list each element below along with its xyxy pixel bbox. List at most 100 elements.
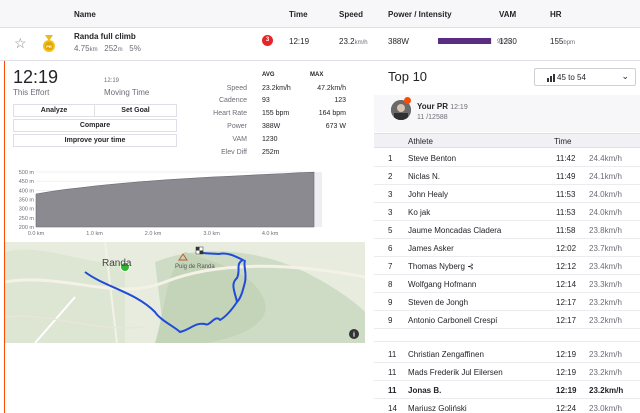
bar-chart-icon bbox=[547, 74, 556, 84]
analyze-button[interactable]: Analyze bbox=[13, 104, 95, 117]
speed-cell: 23.4km/h bbox=[589, 262, 622, 271]
time-cell: 12:17 bbox=[556, 298, 577, 307]
leaderboard-row[interactable]: 9 Antonio Carbonell Crespí 12:17 23.2km/h bbox=[374, 311, 640, 329]
leaderboard-filter-select[interactable]: 45 to 54 ⌄ bbox=[534, 68, 636, 86]
header-hr[interactable]: HR bbox=[550, 10, 562, 19]
leaderboard-row[interactable]: 1 Steve Benton 11:42 24.4km/h bbox=[374, 149, 640, 167]
leaderboard-row[interactable]: 3 John Healy 11:53 24.0km/h bbox=[374, 185, 640, 203]
chevron-down-icon: ⌄ bbox=[621, 71, 629, 81]
stat-label: Cadence bbox=[218, 97, 247, 104]
y-tick-label: 400 m bbox=[19, 188, 35, 194]
athlete-link[interactable]: James Asker bbox=[408, 244, 454, 253]
header-name[interactable]: Name bbox=[74, 10, 96, 19]
speed-cell: 23.2km/h bbox=[589, 368, 622, 377]
athlete-link[interactable]: Niclas N. bbox=[408, 172, 440, 181]
rank-cell: 2 bbox=[388, 172, 393, 181]
y-tick-label: 450 m bbox=[19, 179, 35, 185]
chart-end-region bbox=[314, 172, 322, 227]
leaderboard-row[interactable]: 7 Thomas Nyberg ⊰ 12:12 23.4km/h bbox=[374, 257, 640, 275]
speed-cell: 23.8km/h bbox=[589, 226, 622, 235]
leaderboard-row[interactable]: 2 Niclas N. 11:49 24.1km/h bbox=[374, 167, 640, 185]
this-effort-label: This Effort bbox=[13, 88, 50, 97]
stat-avg: 155 bpm bbox=[262, 110, 290, 117]
set-goal-button[interactable]: Set Goal bbox=[94, 104, 177, 117]
speed-cell: 23.2km/h bbox=[589, 386, 624, 395]
segment-speed-unit: km/h bbox=[354, 40, 368, 46]
leaderboard-row[interactable]: 3 Ko jak 11:53 24.0km/h bbox=[374, 203, 640, 221]
leaderboard-row[interactable]: 9 Steven de Jongh 12:17 23.2km/h bbox=[374, 293, 640, 311]
y-tick-label: 250 m bbox=[19, 216, 35, 222]
effort-time: 12:19 bbox=[13, 67, 59, 87]
star-icon[interactable]: ☆ bbox=[14, 35, 27, 52]
stat-avg: 252m bbox=[262, 149, 280, 156]
leaderboard-row[interactable]: 11 Mads Frederik Jul Eilersen 12:19 23.2km/… bbox=[374, 363, 640, 381]
segment-speed: 23.2km/h bbox=[339, 37, 368, 46]
header-vam[interactable]: VAM bbox=[499, 10, 516, 19]
segment-power: 388W bbox=[388, 37, 409, 46]
athlete-link[interactable]: John Healy bbox=[408, 190, 448, 199]
athlete-link[interactable]: Wolfgang Hofmann bbox=[408, 280, 476, 289]
improve-button[interactable]: Improve your time bbox=[13, 134, 177, 147]
speed-cell: 23.7km/h bbox=[589, 244, 622, 253]
header-power[interactable]: Power / Intensity bbox=[388, 10, 452, 19]
speed-cell: 23.2km/h bbox=[589, 316, 622, 325]
col-athlete: Athlete bbox=[408, 137, 433, 146]
your-pr-card: Your PR 12:19 11 /12588 bbox=[374, 95, 640, 132]
athlete-link[interactable]: Jaume Moncadas Cladera bbox=[408, 226, 501, 235]
rank-cell: 8 bbox=[388, 280, 393, 289]
segment-meta: 4.75km 252m 5% bbox=[74, 44, 141, 53]
athlete-link[interactable]: Steve Benton bbox=[408, 154, 456, 163]
map-town-label: Randa bbox=[102, 258, 132, 269]
table-header: Name Time Speed Power / Intensity VAM HR bbox=[0, 0, 640, 28]
athlete-link[interactable]: Thomas Nyberg ⊰ bbox=[408, 262, 474, 271]
time-cell: 12:17 bbox=[556, 316, 577, 325]
elevation-chart: 500 m450 m400 m350 m300 m250 m200 m 0.0 … bbox=[19, 170, 322, 237]
athlete-link[interactable]: Steven de Jongh bbox=[408, 298, 468, 307]
segment-map[interactable]: Randa Puig de Randa i bbox=[5, 242, 365, 343]
leaderboard-row[interactable]: 14 Mariusz Goliński 12:24 23.0km/h bbox=[374, 399, 640, 413]
rank-cell: 7 bbox=[388, 262, 393, 271]
y-tick-label: 350 m bbox=[19, 198, 35, 204]
segment-row[interactable]: ☆ PR Randa full climb 4.75km 252m 5% 3 1… bbox=[0, 28, 640, 61]
col-time: Time bbox=[554, 137, 572, 146]
leaderboard-header: Athlete Time bbox=[374, 133, 640, 148]
segment-vam: 1230 bbox=[499, 37, 517, 46]
segment-time: 12:19 bbox=[289, 37, 310, 46]
x-tick-label: 4.0 km bbox=[262, 231, 279, 237]
header-speed[interactable]: Speed bbox=[339, 10, 363, 19]
rank-badge: 3 bbox=[262, 35, 273, 46]
pr-time: 12:19 bbox=[450, 104, 468, 111]
header-time[interactable]: Time bbox=[289, 10, 308, 19]
segment-hr-unit: bpm bbox=[563, 40, 576, 46]
selected-accent-bar bbox=[4, 61, 5, 413]
segment-speed-value: 23.2 bbox=[339, 37, 355, 46]
segment-name[interactable]: Randa full climb bbox=[74, 32, 136, 41]
athlete-link[interactable]: Mads Frederik Jul Eilersen bbox=[408, 368, 503, 377]
athlete-link[interactable]: Christian Zengaffinen bbox=[408, 350, 484, 359]
athlete-link[interactable]: Ko jak bbox=[408, 208, 430, 217]
leaderboard-row[interactable]: 11 Christian Zengaffinen 12:19 23.2km/h bbox=[374, 345, 640, 363]
stat-max: 673 W bbox=[325, 123, 346, 130]
athlete-link[interactable]: Mariusz Goliński bbox=[408, 404, 467, 413]
rank-cell: 11 bbox=[388, 350, 397, 359]
time-cell: 12:14 bbox=[556, 280, 577, 289]
athlete-link[interactable]: Antonio Carbonell Crespí bbox=[408, 316, 497, 325]
leaderboard-row[interactable]: 5 Jaume Moncadas Cladera 11:58 23.8km/h bbox=[374, 221, 640, 239]
compare-button[interactable]: Compare bbox=[13, 119, 177, 132]
segment-elev: 252 bbox=[104, 44, 118, 53]
stat-label: Power bbox=[227, 123, 247, 130]
stat-avg: 1230 bbox=[262, 136, 278, 143]
leaderboard-row[interactable]: 8 Wolfgang Hofmann 12:14 23.3km/h bbox=[374, 275, 640, 293]
time-cell: 11:58 bbox=[556, 226, 576, 235]
leaderboard-row[interactable]: 11 Jonas B. 12:19 23.2km/h bbox=[374, 381, 640, 399]
segment-distance-unit: km bbox=[89, 47, 98, 53]
speed-cell: 24.0km/h bbox=[589, 208, 622, 217]
time-cell: 12:12 bbox=[556, 262, 577, 271]
athlete-link[interactable]: Jonas B. bbox=[408, 386, 441, 395]
leaderboard-row[interactable]: 6 James Asker 12:02 23.7km/h bbox=[374, 239, 640, 257]
x-tick-label: 2.0 km bbox=[145, 231, 162, 237]
pr-rank: 11 /12588 bbox=[417, 114, 448, 121]
stat-label: Heart Rate bbox=[213, 110, 247, 117]
time-cell: 12:19 bbox=[556, 368, 577, 377]
stats-avg-header: AVG bbox=[262, 72, 275, 78]
